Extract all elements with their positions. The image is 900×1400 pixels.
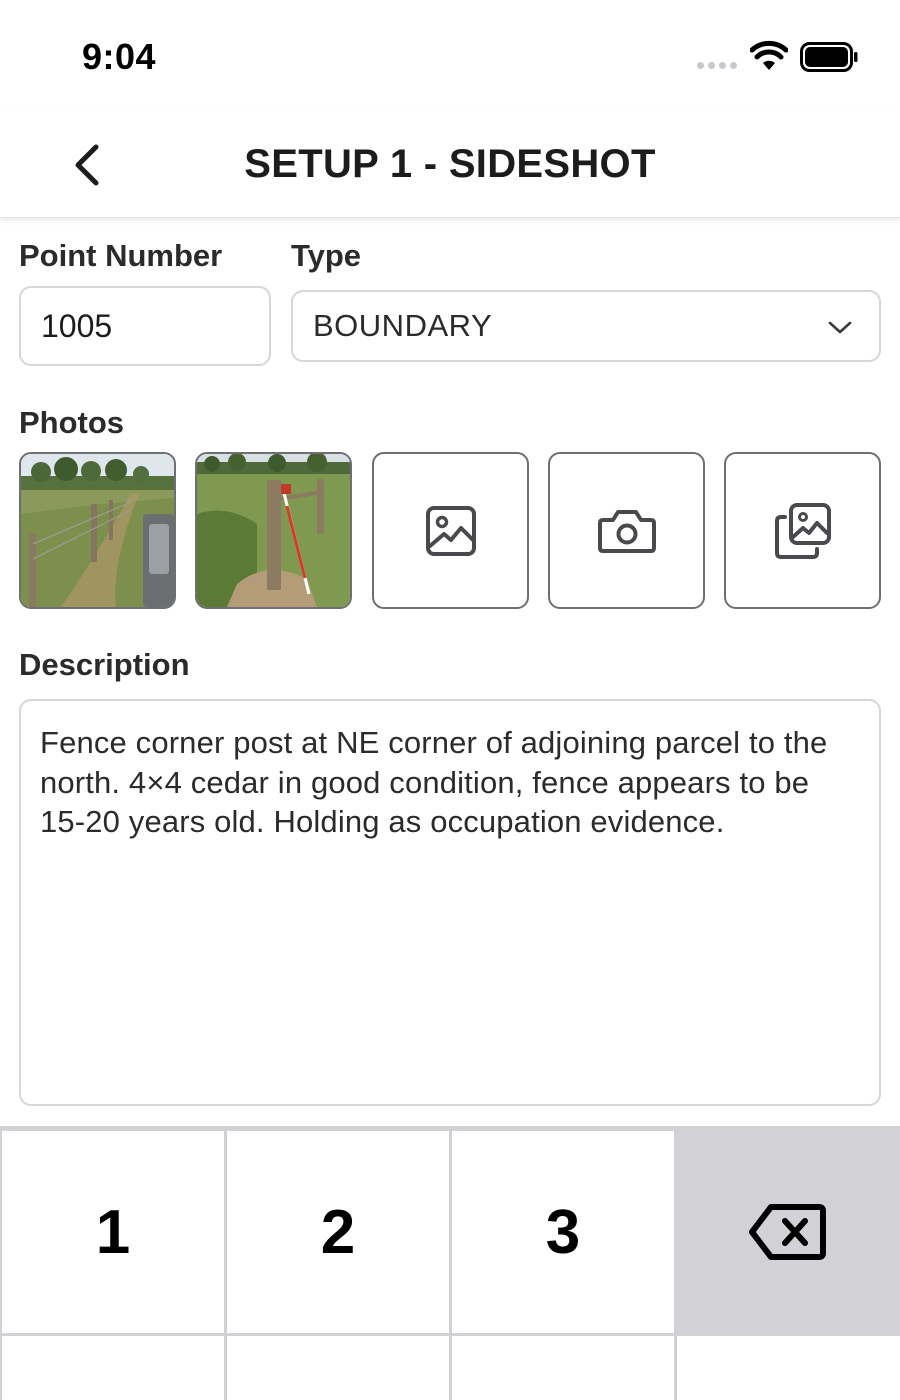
photo-thumbnail-fence-line[interactable]	[19, 452, 176, 609]
wifi-icon	[750, 40, 788, 70]
status-bar: 9:04	[0, 0, 900, 110]
key-1[interactable]: 1	[2, 1131, 224, 1333]
point-number-label: Point Number	[19, 238, 223, 273]
status-time: 9:04	[82, 36, 157, 77]
key-3[interactable]: 3	[452, 1131, 674, 1333]
key-row2-action[interactable]	[677, 1336, 900, 1400]
signal-dots-icon	[697, 62, 739, 72]
nav-bar: SETUP 1 - SIDESHOT	[0, 110, 900, 218]
gallery-button[interactable]	[724, 452, 881, 609]
battery-icon	[800, 42, 858, 72]
key-row2-right[interactable]	[452, 1336, 674, 1400]
key-row2-left[interactable]	[2, 1336, 224, 1400]
backspace-icon	[748, 1204, 826, 1260]
page-title: SETUP 1 - SIDESHOT	[244, 142, 656, 186]
photo-thumbnail-fence-post[interactable]	[195, 452, 352, 609]
numeric-keypad: 1 2 3	[0, 1126, 900, 1400]
description-text: Fence corner post at NE corner of adjoin…	[40, 725, 828, 839]
type-label: Type	[291, 238, 362, 273]
image-icon	[425, 505, 476, 556]
description-label: Description	[19, 647, 190, 682]
key-2[interactable]: 2	[227, 1131, 449, 1333]
take-photo-button[interactable]	[548, 452, 705, 609]
delete-key[interactable]	[675, 1131, 900, 1333]
photos-label: Photos	[19, 405, 125, 440]
fence-line-photo	[21, 454, 174, 607]
type-selected-value: BOUNDARY	[313, 308, 493, 343]
gallery-icon	[774, 502, 831, 559]
description-textarea[interactable]: Fence corner post at NE corner of adjoin…	[19, 699, 881, 1106]
key-row2-mid[interactable]	[227, 1336, 449, 1400]
point-number-input[interactable]	[19, 286, 271, 366]
camera-icon	[597, 509, 656, 553]
type-select[interactable]: BOUNDARY	[291, 290, 881, 362]
fence-post-rod-photo	[197, 454, 350, 607]
add-image-button[interactable]	[372, 452, 529, 609]
chevron-down-icon	[828, 321, 852, 334]
